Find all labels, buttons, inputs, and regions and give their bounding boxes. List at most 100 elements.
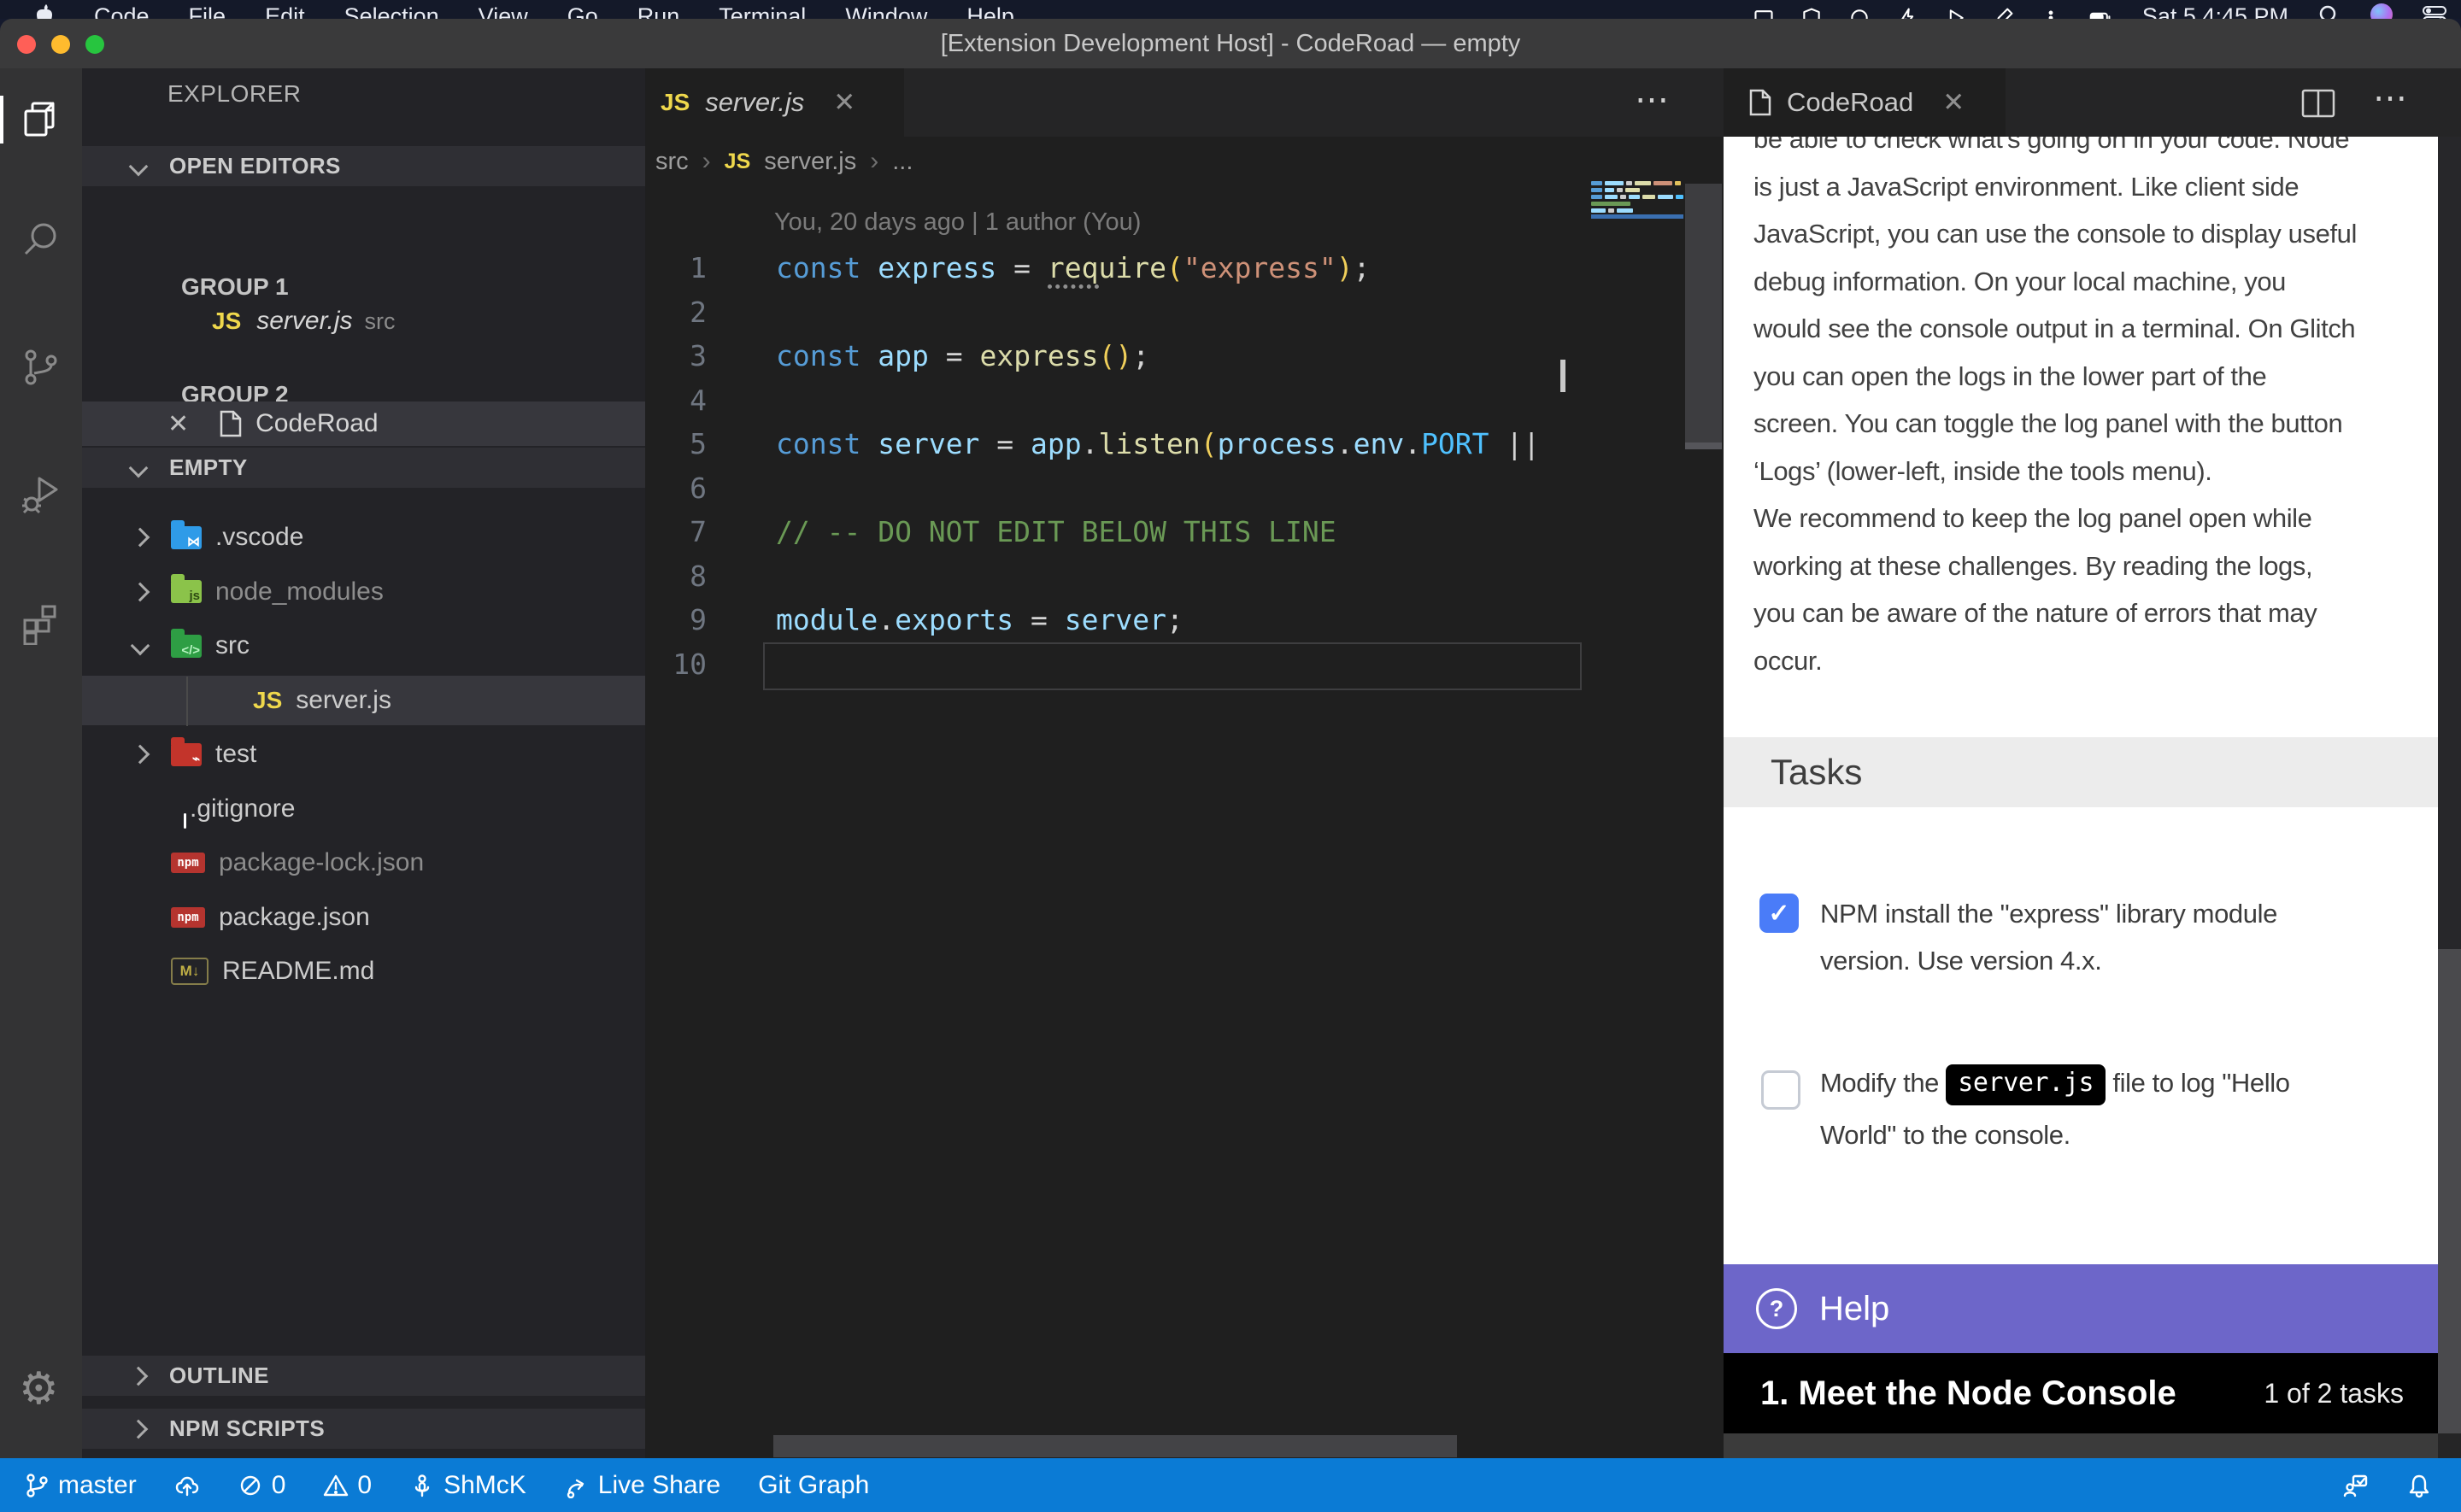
editor-actions-icon[interactable]: ⋯	[1635, 80, 1671, 120]
close-tab-icon[interactable]: ✕	[833, 87, 855, 118]
pen-icon[interactable]	[1992, 3, 2014, 19]
status-bar: master 0 0 ShMcK Live Share Git Graph	[0, 1458, 2461, 1512]
tree-item-node_modules[interactable]: jsnode_modules	[82, 567, 645, 617]
code-line-6[interactable]: 6	[645, 466, 1585, 511]
tree-item-label: README.md	[222, 957, 374, 986]
npm-scripts-header[interactable]: NPM SCRIPTS	[82, 1409, 645, 1449]
status-item-live-share[interactable]: Live Share	[564, 1471, 720, 1500]
webview-scrollbar-track[interactable]	[2438, 949, 2461, 1433]
code-line-8[interactable]: 8	[645, 554, 1585, 599]
paragraph-line: is just a JavaScript environment. Like c…	[1753, 163, 2299, 210]
chevron-right-icon	[131, 745, 150, 765]
outline-header[interactable]: OUTLINE	[82, 1356, 645, 1396]
tree-item-test[interactable]: ⌁test	[82, 730, 645, 779]
split-editor-icon[interactable]	[2301, 89, 2335, 118]
breadcrumb-src[interactable]: src	[655, 148, 689, 176]
menu-file[interactable]: File	[189, 3, 226, 19]
help-icon: ?	[1756, 1288, 1797, 1329]
lesson-title: 1. Meet the Node Console	[1760, 1374, 2176, 1413]
status-item-shmck[interactable]: ShMcK	[409, 1471, 526, 1500]
feedback-icon[interactable]	[2343, 1473, 2369, 1498]
more-actions-icon[interactable]: ⋯	[2373, 79, 2410, 118]
status-item-0[interactable]: 0	[323, 1471, 372, 1500]
js-file-icon: JS	[725, 149, 751, 174]
breadcrumb-symbol[interactable]: ...	[892, 148, 913, 176]
status-item-cloud-upload-icon[interactable]	[174, 1473, 200, 1498]
open-editors-header[interactable]: OPEN EDITORS	[82, 146, 645, 186]
extensions-icon[interactable]	[21, 604, 62, 645]
shield-icon[interactable]	[1800, 3, 1823, 19]
dots-icon[interactable]	[2040, 3, 2062, 19]
git-branch-icon	[24, 1473, 50, 1498]
breadcrumb-file[interactable]: server.js	[764, 148, 856, 176]
tab-coderoad[interactable]: CodeRoad ✕	[1724, 68, 2006, 137]
close-tab-icon[interactable]: ✕	[1942, 87, 1965, 118]
run-and-debug-icon[interactable]	[21, 473, 62, 514]
menu-view[interactable]: View	[479, 3, 528, 19]
editor-horizontal-scrollbar[interactable]	[773, 1435, 1457, 1457]
task-2-checkbox[interactable]	[1761, 1070, 1800, 1110]
search-icon[interactable]	[2317, 0, 2341, 19]
code-line-2[interactable]: 2	[645, 290, 1585, 335]
code-line-3[interactable]: 3const app = express();	[645, 334, 1585, 378]
tree-item-README.md[interactable]: M↓README.md	[82, 946, 645, 996]
open-editor-serverjs[interactable]: JS server.js src	[82, 299, 645, 343]
battery-icon[interactable]	[2088, 3, 2113, 19]
open-editor-path: src	[365, 308, 396, 335]
tree-item-.gitignore[interactable]: .gitignore	[82, 784, 645, 834]
display-icon[interactable]	[1753, 3, 1775, 19]
paragraph-line: would see the console output in a termin…	[1753, 305, 2355, 352]
paragraph-line: you can be aware of the nature of errors…	[1753, 589, 2317, 636]
close-icon[interactable]: ✕	[167, 409, 189, 439]
tree-item-package-lock.json[interactable]: npmpackage-lock.json	[82, 838, 645, 888]
code-line-4[interactable]: 4	[645, 378, 1585, 423]
webview-scrollbar-thumb[interactable]	[2438, 137, 2461, 949]
search-icon[interactable]	[21, 219, 62, 260]
apple-icon[interactable]	[34, 0, 55, 19]
status-item-master[interactable]: master	[24, 1471, 137, 1500]
tree-item-package.json[interactable]: npmpackage.json	[82, 893, 645, 942]
menu-selection[interactable]: Selection	[344, 3, 439, 19]
menubar-clock[interactable]: Sat 5 4:45 PM	[2142, 0, 2288, 19]
open-editor-coderoad[interactable]: ✕ CodeRoad	[82, 401, 645, 446]
play-icon[interactable]	[1944, 3, 1966, 19]
siri-icon[interactable]	[2370, 3, 2393, 19]
tree-item-server.js[interactable]: JSserver.js	[82, 676, 645, 725]
code-line-7[interactable]: 7// -- DO NOT EDIT BELOW THIS LINE	[645, 510, 1585, 554]
code-line-5[interactable]: 5const server = app.listen(process.env.P…	[645, 422, 1585, 466]
task-2-line: Modify the server.js file to log "Hello	[1820, 1059, 2290, 1106]
js-file-icon: JS	[661, 89, 690, 116]
minimap[interactable]	[1591, 181, 1685, 220]
chevron-right-icon	[129, 1366, 149, 1386]
empty-folder-header[interactable]: EMPTY	[82, 448, 645, 488]
tree-item-.vscode[interactable]: ⋈.vscode	[82, 513, 645, 562]
status-item-git-graph[interactable]: Git Graph	[758, 1471, 869, 1500]
task-1-checkbox[interactable]: ✓	[1759, 894, 1799, 933]
settings-gear-icon[interactable]: ⚙	[19, 1363, 59, 1415]
record-icon[interactable]	[1848, 3, 1871, 19]
editor-vertical-scrollbar[interactable]	[1685, 184, 1722, 447]
menu-go[interactable]: Go	[567, 3, 598, 19]
bolt-icon[interactable]	[1896, 3, 1918, 19]
menu-help[interactable]: Help	[966, 3, 1014, 19]
source-control-icon[interactable]	[21, 347, 62, 388]
menu-code[interactable]: Code	[94, 3, 150, 19]
control-center-icon[interactable]	[2422, 0, 2447, 19]
code-line-10[interactable]: 10	[645, 642, 1585, 687]
explorer-icon[interactable]	[21, 99, 62, 140]
code-line-1[interactable]: 1const express = require("express");	[645, 246, 1585, 290]
breadcrumb[interactable]: src › JS server.js › ...	[655, 140, 913, 183]
tree-item-label: src	[215, 631, 250, 660]
line-number: 8	[645, 554, 707, 599]
tree-item-src[interactable]: </>src	[82, 621, 645, 671]
menu-edit[interactable]: Edit	[265, 3, 305, 19]
tab-serverjs[interactable]: JS server.js ✕	[645, 68, 904, 137]
menu-window[interactable]: Window	[845, 3, 927, 19]
bell-icon[interactable]	[2406, 1473, 2432, 1498]
code-line-9[interactable]: 9module.exports = server;	[645, 598, 1585, 642]
menu-terminal[interactable]: Terminal	[719, 3, 806, 19]
task-2-line: World" to the console.	[1820, 1111, 2070, 1158]
status-item-0[interactable]: 0	[238, 1471, 286, 1500]
menu-run[interactable]: Run	[637, 3, 680, 19]
help-bar[interactable]: ? Help	[1724, 1264, 2438, 1353]
